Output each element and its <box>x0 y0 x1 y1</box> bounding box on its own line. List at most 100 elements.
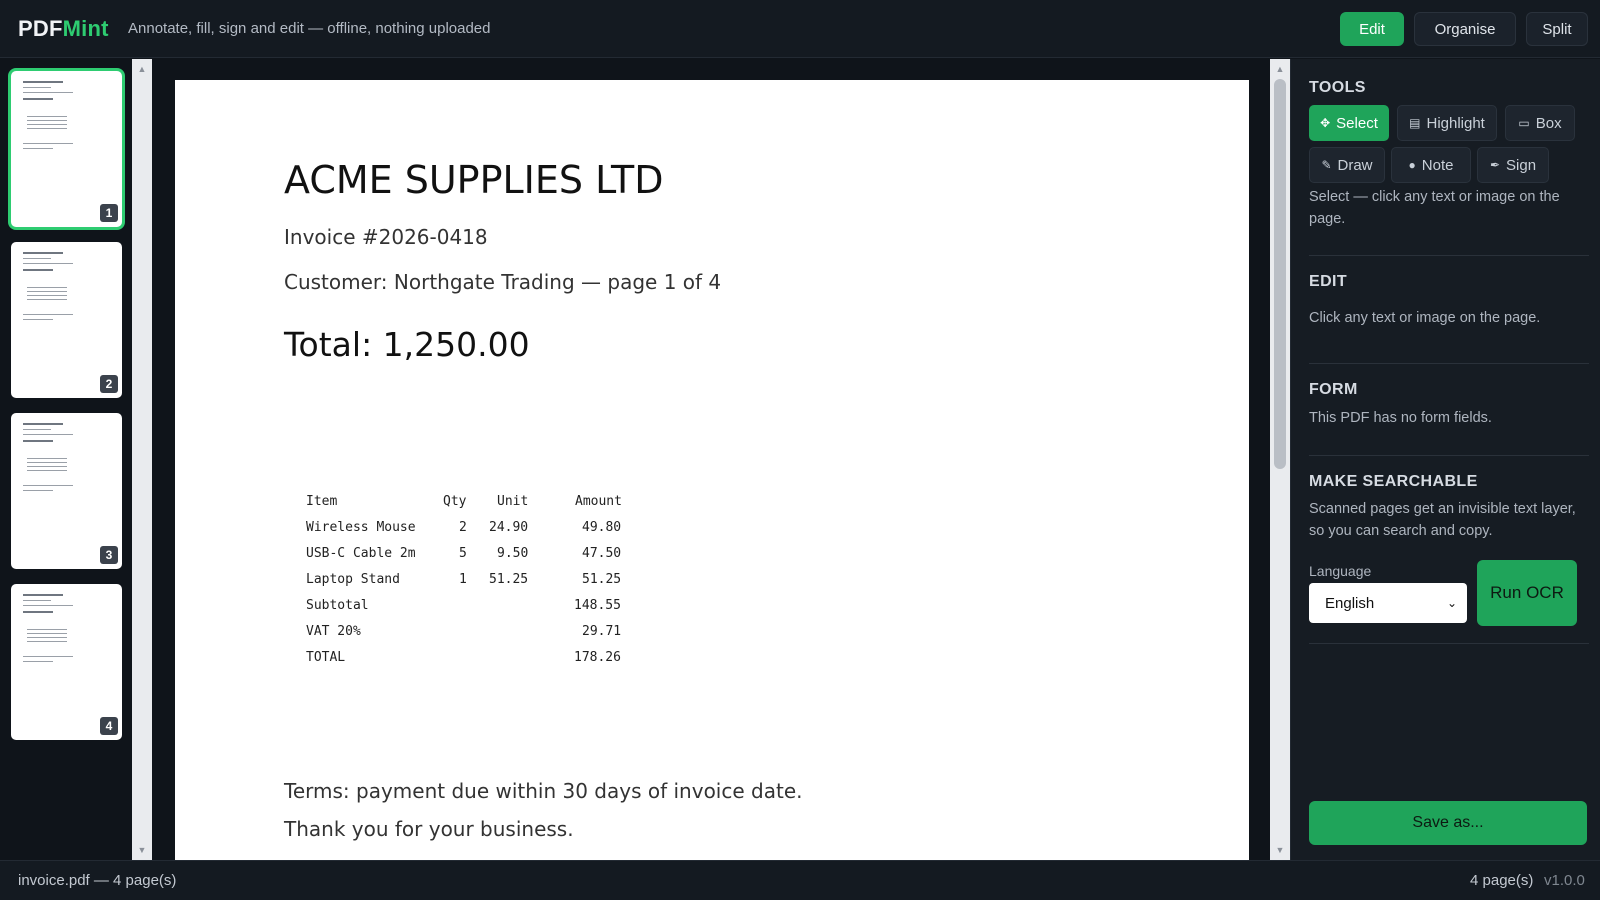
status-file-info: invoice.pdf — 4 page(s) <box>18 872 177 889</box>
thumbnail-page-2[interactable]: 2 <box>11 242 122 398</box>
doc-company-title[interactable]: ACME SUPPLIES LTD <box>284 158 664 202</box>
scroll-down-icon[interactable]: ▼ <box>1270 842 1290 858</box>
section-divider <box>1309 363 1589 364</box>
thumb-line <box>27 128 67 129</box>
tool-highlight-button[interactable]: ▤ Highlight <box>1397 105 1497 141</box>
tool-label: Note <box>1421 156 1454 174</box>
thumbnail-page-1[interactable]: 1 <box>11 71 122 227</box>
thumb-line <box>23 314 73 315</box>
app-header: PDFMint Annotate, fill, sign and edit — … <box>0 0 1600 58</box>
tool-select-button[interactable]: ✥ Select <box>1309 105 1389 141</box>
language-value: English <box>1325 594 1375 612</box>
tool-label: Sign <box>1506 156 1537 174</box>
table-header-item[interactable]: Item <box>306 494 337 509</box>
table-cell[interactable]: 5 <box>459 546 467 561</box>
doc-total[interactable]: Total: 1,250.00 <box>284 325 530 364</box>
thumb-line <box>23 258 51 259</box>
thumb-line <box>27 629 67 630</box>
scrollbar-thumb[interactable] <box>1274 79 1286 469</box>
scroll-down-icon[interactable]: ▼ <box>132 842 152 858</box>
tools-panel: TOOLS ✥ Select ▤ Highlight ▭ Box ✎ Draw ● Not… <box>1290 59 1600 860</box>
thumb-line <box>23 148 53 149</box>
viewer-scrollbar[interactable]: ▲ ▼ <box>1270 59 1290 860</box>
table-cell[interactable]: 1 <box>459 572 467 587</box>
table-cell[interactable]: USB-C Cable 2m <box>306 546 416 561</box>
table-cell[interactable]: Subtotal <box>306 598 369 613</box>
thumb-line <box>23 143 73 144</box>
table-cell[interactable]: 51.25 <box>582 572 621 587</box>
thumb-line <box>23 423 63 425</box>
thumb-line <box>23 252 63 254</box>
thumb-line <box>23 485 73 486</box>
mode-split-button[interactable]: Split <box>1526 12 1588 46</box>
mode-edit-button[interactable]: Edit <box>1340 12 1404 46</box>
pdf-page[interactable]: ACME SUPPLIES LTD Invoice #2026-0418 Cus… <box>175 80 1249 860</box>
table-cell[interactable]: 49.80 <box>582 520 621 535</box>
table-cell[interactable]: 51.25 <box>489 572 528 587</box>
table-cell[interactable]: Laptop Stand <box>306 572 400 587</box>
form-title: FORM <box>1309 381 1358 398</box>
scroll-up-icon[interactable]: ▲ <box>1270 61 1290 77</box>
table-cell[interactable]: Wireless Mouse <box>306 520 416 535</box>
note-icon: ● <box>1408 158 1416 172</box>
run-ocr-button[interactable]: Run OCR <box>1477 560 1577 626</box>
scroll-up-icon[interactable]: ▲ <box>132 61 152 77</box>
thumb-line <box>23 429 51 430</box>
table-cell[interactable]: 178.26 <box>574 650 621 665</box>
searchable-title: MAKE SEARCHABLE <box>1309 473 1478 490</box>
tools-title: TOOLS <box>1309 79 1366 96</box>
searchable-text: Scanned pages get an invisible text laye… <box>1309 501 1576 539</box>
form-text: This PDF has no form fields. <box>1309 410 1492 426</box>
tool-box-button[interactable]: ▭ Box <box>1505 105 1575 141</box>
highlight-icon: ▤ <box>1409 116 1421 130</box>
table-cell[interactable]: 2 <box>459 520 467 535</box>
tool-label: Box <box>1535 114 1562 132</box>
sign-icon: ✒ <box>1489 158 1501 172</box>
thumbnails-scrollbar[interactable]: ▲ ▼ <box>132 59 152 860</box>
thumb-line <box>23 490 53 491</box>
thumb-line <box>27 295 67 296</box>
doc-customer[interactable]: Customer: Northgate Trading — page 1 of … <box>284 270 721 294</box>
edit-text: Click any text or image on the page. <box>1309 310 1541 326</box>
thumbnail-page-3[interactable]: 3 <box>11 413 122 569</box>
tool-hint: Select — click any text or image on the … <box>1309 189 1560 227</box>
app-tagline: Annotate, fill, sign and edit — offline,… <box>128 20 491 37</box>
tool-label: Draw <box>1337 156 1373 174</box>
section-divider <box>1309 455 1589 456</box>
table-cell[interactable]: VAT 20% <box>306 624 361 639</box>
thumb-line <box>23 611 53 613</box>
table-header-qty[interactable]: Qty <box>443 494 466 509</box>
app-logo: PDFMint <box>18 16 109 42</box>
thumbnail-page-4[interactable]: 4 <box>11 584 122 740</box>
table-cell[interactable]: 29.71 <box>582 624 621 639</box>
table-cell[interactable]: 9.50 <box>497 546 528 561</box>
table-header-amount[interactable]: Amount <box>575 494 622 509</box>
tool-draw-button[interactable]: ✎ Draw <box>1309 147 1385 183</box>
mode-organise-button[interactable]: Organise <box>1414 12 1516 46</box>
pencil-icon: ✎ <box>1321 158 1332 172</box>
table-cell[interactable]: TOTAL <box>306 650 345 665</box>
table-cell[interactable]: 148.55 <box>574 598 621 613</box>
tool-label: Select <box>1336 114 1378 132</box>
tool-label: Highlight <box>1426 114 1485 132</box>
thumb-line <box>27 637 67 638</box>
thumb-line <box>23 656 73 657</box>
table-cell[interactable]: 24.90 <box>489 520 528 535</box>
thumb-line <box>27 287 67 288</box>
doc-thanks[interactable]: Thank you for your business. <box>284 817 574 841</box>
thumb-line <box>27 124 67 125</box>
thumbnail-number: 2 <box>100 375 118 393</box>
language-select[interactable]: English ⌄ <box>1309 583 1467 623</box>
save-as-button[interactable]: Save as... <box>1309 801 1587 845</box>
brand-part1: PDF <box>18 16 63 41</box>
thumb-line <box>23 434 73 435</box>
tool-note-button[interactable]: ● Note <box>1391 147 1471 183</box>
table-cell[interactable]: 47.50 <box>582 546 621 561</box>
doc-invoice-number[interactable]: Invoice #2026-0418 <box>284 225 488 249</box>
tool-sign-button[interactable]: ✒ Sign <box>1477 147 1549 183</box>
table-header-unit[interactable]: Unit <box>497 494 528 509</box>
brand-part2: Mint <box>62 16 109 41</box>
thumb-line <box>23 605 73 606</box>
thumb-line <box>27 299 67 300</box>
doc-terms[interactable]: Terms: payment due within 30 days of inv… <box>284 779 802 803</box>
